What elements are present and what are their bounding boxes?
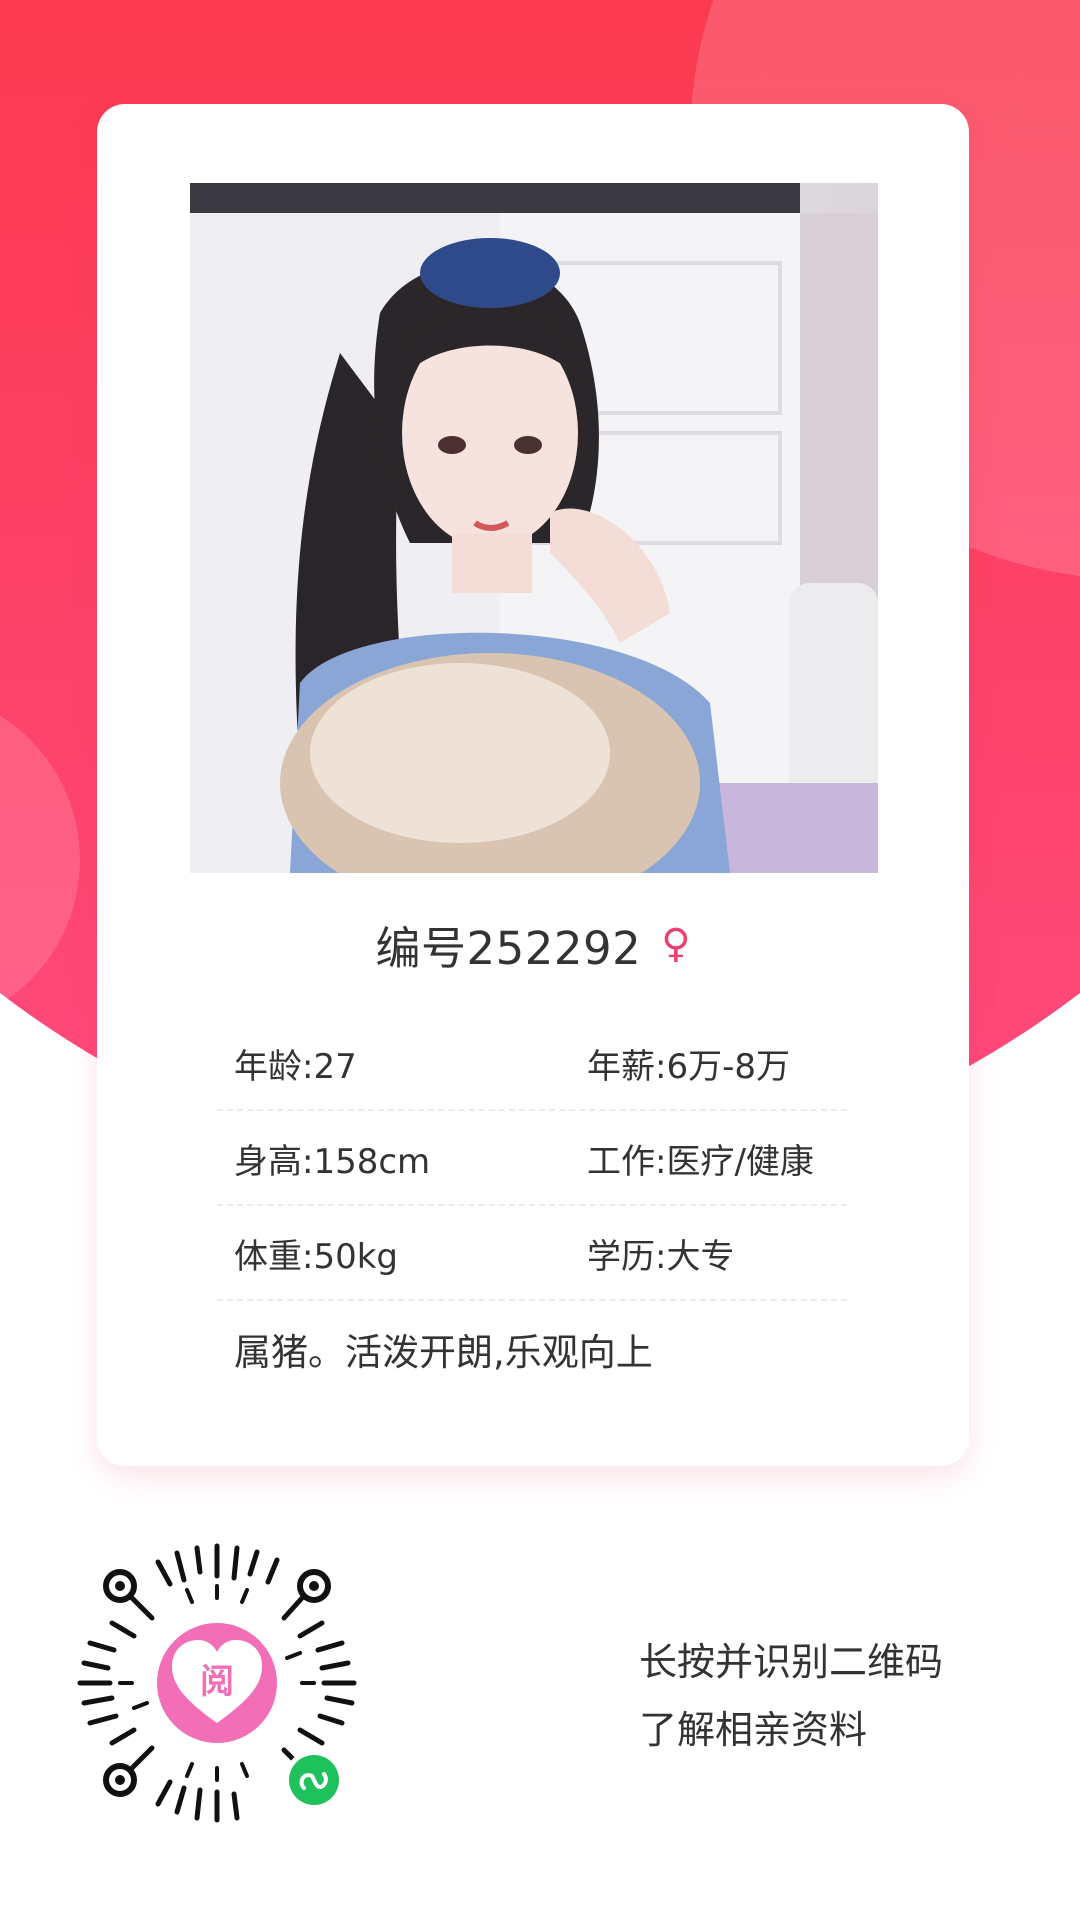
logo-char: 阅 xyxy=(200,1662,234,1702)
qr-hint-line2: 了解相亲资料 xyxy=(639,1708,868,1752)
info-row-weight-education: 体重:50kg 学历:大专 xyxy=(217,1207,847,1301)
salary-value: 年薪:6万-8万 xyxy=(587,1046,790,1087)
qr-hint-line1: 长按并识别二维码 xyxy=(639,1640,944,1684)
profile-card: 编号252292 ♀ 年龄:27 年薪:6万-8万 身高:158cm 工作:医疗… xyxy=(97,104,969,1466)
qr-hint: 长按并识别二维码 了解相亲资料 xyxy=(639,1628,943,1764)
female-gender-icon: ♀ xyxy=(661,920,691,967)
education-value: 学历:大专 xyxy=(587,1236,735,1277)
info-row-height-job: 身高:158cm 工作:医疗/健康 xyxy=(217,1112,847,1206)
profile-id-label: 编号252292 xyxy=(375,922,642,975)
profile-id-row: 编号252292 ♀ xyxy=(97,912,969,977)
share-poster: 编号252292 ♀ 年龄:27 年薪:6万-8万 身高:158cm 工作:医疗… xyxy=(0,0,1080,1921)
mini-program-qr-code[interactable]: 阅 xyxy=(72,1538,362,1828)
profile-photo[interactable] xyxy=(190,183,878,873)
job-value: 工作:医疗/健康 xyxy=(587,1141,814,1182)
height-value: 身高:158cm xyxy=(234,1141,431,1182)
weight-value: 体重:50kg xyxy=(234,1236,398,1277)
age-value: 年龄:27 xyxy=(234,1046,357,1087)
profile-intro: 属猪。活泼开朗,乐观向上 xyxy=(234,1331,653,1374)
info-row-age-salary: 年龄:27 年薪:6万-8万 xyxy=(217,1017,847,1111)
